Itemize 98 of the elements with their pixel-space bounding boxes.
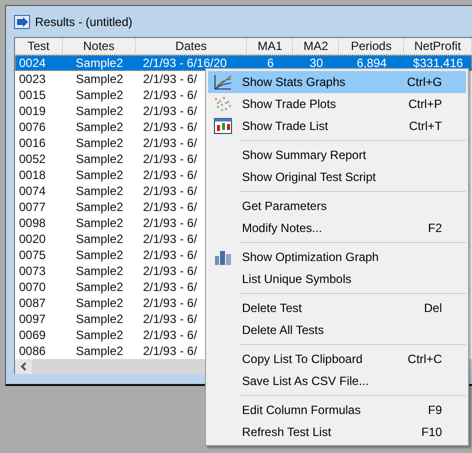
menu-item[interactable]: Copy List To Clipboard Ctrl+C [208,348,466,370]
column-header[interactable]: Dates [136,38,248,55]
table-cell: Sample2 [76,136,124,150]
table-cell: $331,416 [413,56,464,70]
table-cell: 2/1/93 - 6/ [143,88,198,102]
column-header[interactable]: NetProfit [404,38,472,55]
table-cell: 2/1/93 - 6/ [143,280,198,294]
table-cell: 0073 [19,264,46,278]
menu-item[interactable]: Show Optimization Graph [208,246,466,268]
table-cell: 2/1/93 - 6/ [143,184,198,198]
table-cell: 0069 [19,328,46,342]
menu-item[interactable]: Show Trade List Ctrl+T [208,115,466,137]
table-cell: Sample2 [76,88,124,102]
table-cell: Sample2 [76,280,124,294]
table-cell: 0023 [19,72,46,86]
table-cell: 0019 [19,104,46,118]
table-cell: 6 [267,56,274,70]
table-cell: 2/1/93 - 6/ [143,328,198,342]
table-cell: 2/1/93 - 6/ [143,120,198,134]
menu-item[interactable]: Delete Test Del [208,297,466,319]
menu-item[interactable]: Show Original Test Script [208,166,466,188]
bar-chart-icon [214,249,232,265]
table-cell: 2/1/93 - 6/ [143,264,198,278]
menu-item[interactable]: Edit Column Formulas F9 [208,399,466,421]
shortcut-text: F10 [421,425,443,439]
shortcut-text: F2 [428,221,443,235]
table-cell: 0024 [19,56,46,70]
candlestick-window-icon [214,118,232,134]
shortcut-text: Ctrl+T [409,119,443,133]
table-cell: Sample2 [76,344,124,358]
scroll-left-icon[interactable] [20,362,27,371]
table-cell: 0097 [19,312,46,326]
shortcut-text: Ctrl+G [406,75,443,89]
table-cell: Sample2 [76,168,124,182]
table-cell: 2/1/93 - 6/ [143,232,198,246]
table-cell: Sample2 [76,184,124,198]
menu-item[interactable]: Show Trade Plots Ctrl+P [208,93,466,115]
column-header[interactable]: Notes [62,38,136,55]
table-cell: Sample2 [76,104,124,118]
table-cell: 0015 [19,88,46,102]
table-cell: 30 [310,56,324,70]
table-cell: 0075 [19,248,46,262]
table-cell: 2/1/93 - 6/ [143,152,198,166]
table-cell: 0086 [19,344,46,358]
table-cell: Sample2 [76,200,124,214]
table-cell: 0020 [19,232,46,246]
table-cell: 0087 [19,296,46,310]
table-cell: 2/1/93 - 6/ [143,168,198,182]
table-cell: 2/1/93 - 6/ [143,72,198,86]
table-cell: 0052 [19,152,46,166]
table-cell: 0016 [19,136,46,150]
menu-item[interactable]: Refresh Test List F10 [208,421,466,443]
table-cell: Sample2 [76,296,124,310]
menu-item[interactable]: Get Parameters [208,195,466,217]
shortcut-text: F9 [428,403,443,417]
table-cell: Sample2 [76,232,124,246]
table-cell: Sample2 [76,216,124,230]
table-cell: 2/1/93 - 6/ [143,136,198,150]
table-cell: 2/1/93 - 6/ [143,344,198,358]
column-header[interactable]: MA1 [247,38,294,55]
shortcut-text: Ctrl+P [408,97,443,111]
table-cell: Sample2 [76,264,124,278]
shortcut-text: Del [424,301,443,315]
menu-item[interactable]: List Unique Symbols [208,268,466,290]
table-cell: Sample2 [76,312,124,326]
menu-item[interactable]: Modify Notes... F2 [208,217,466,239]
line-graph-icon [214,74,232,90]
table-cell: 0098 [19,216,46,230]
table-cell: 6,894 [356,56,387,70]
menu-item[interactable]: Show Stats Graphs Ctrl+G [208,71,466,93]
table-cell: 2/1/93 - 6/16/20 [142,56,227,70]
column-header[interactable]: MA2 [293,38,340,55]
table-cell: 2/1/93 - 6/ [143,104,198,118]
column-header[interactable]: Test [15,38,63,55]
menu-item[interactable]: Delete All Tests [208,319,466,341]
table-cell: 2/1/93 - 6/ [143,200,198,214]
menu-item[interactable]: Show Summary Report [208,144,466,166]
table-cell: Sample2 [76,328,124,342]
table-cell: 0077 [19,200,46,214]
table-cell: Sample2 [76,248,124,262]
table-cell: 2/1/93 - 6/ [143,248,198,262]
table-cell: Sample2 [76,56,124,70]
table-cell: 2/1/93 - 6/ [143,296,198,310]
shortcut-text: Ctrl+C [408,352,443,366]
window-icon [14,14,30,28]
table-cell: Sample2 [76,72,124,86]
column-header[interactable]: Periods [339,38,404,55]
table-cell: 0018 [19,168,46,182]
table-cell: Sample2 [76,120,124,134]
table-cell: 2/1/93 - 6/ [143,216,198,230]
table-cell: 0074 [19,184,46,198]
table-cell: 0070 [19,280,46,294]
scatter-plot-icon [214,96,232,112]
menu-item[interactable]: Save List As CSV File... [208,370,466,392]
table-cell: 0076 [19,120,46,134]
table-cell: Sample2 [76,152,124,166]
table-cell: 2/1/93 - 6/ [143,312,198,326]
window-title: Results - (untitled) [35,14,132,28]
